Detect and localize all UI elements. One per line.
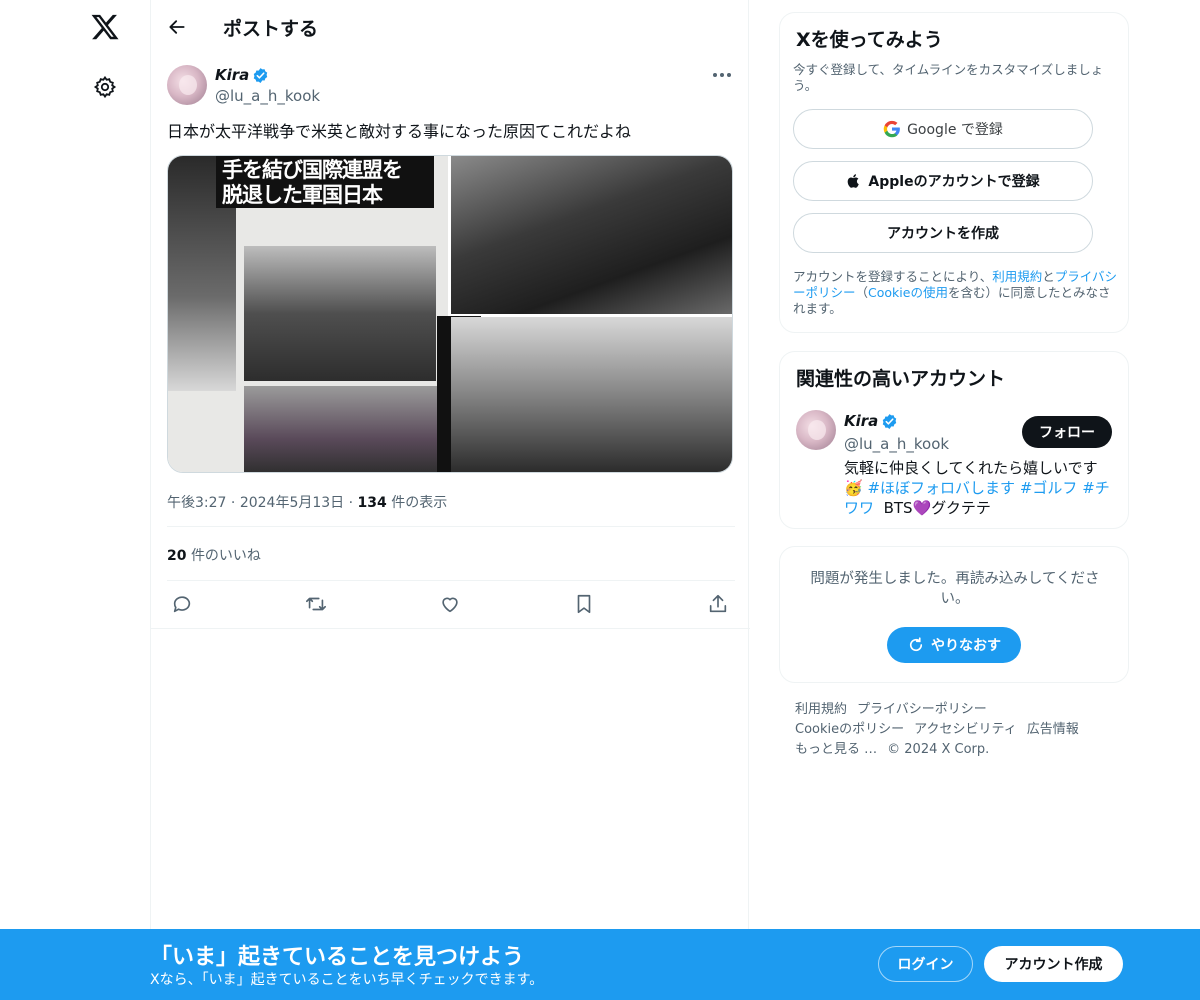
- google-icon: [883, 120, 900, 138]
- login-button[interactable]: ログイン: [878, 946, 973, 982]
- google-signup-button[interactable]: Google で登録: [793, 109, 1093, 149]
- verified-badge-icon: [883, 413, 897, 429]
- apple-signup-button[interactable]: Appleのアカウントで登録: [793, 161, 1093, 201]
- post-author-name[interactable]: Kira: [215, 66, 269, 84]
- share-icon[interactable]: [707, 593, 729, 615]
- footer-link-terms[interactable]: 利用規約: [795, 702, 847, 717]
- terms-text-part: アカウントを登録することにより、: [793, 269, 993, 284]
- post-date[interactable]: 2024年5月13日: [240, 495, 344, 511]
- banner-create-account-button[interactable]: アカウント作成: [984, 946, 1123, 982]
- like-heart-icon[interactable]: [439, 593, 461, 615]
- terms-text-part: （: [855, 285, 869, 300]
- media-photo-group: [244, 246, 436, 381]
- left-nav: [0, 0, 150, 1000]
- post-media-image[interactable]: 手を結び国際連盟を 脱退した軍国日本: [167, 155, 733, 473]
- create-account-label: アカウントを作成: [887, 226, 999, 242]
- create-account-button[interactable]: アカウントを作成: [793, 213, 1093, 253]
- footer-link-more[interactable]: もっと見る …: [795, 742, 877, 757]
- post-metadata: 午後3:27 · 2024年5月13日 · 134 件の表示: [167, 492, 447, 512]
- related-account-name-text: Kira: [844, 412, 879, 430]
- related-accounts-card: 関連性の高いアカウント Kira @lu_a_h_kook フォロー 気軽に仲良…: [779, 351, 1129, 529]
- media-panel-bottom-right: [451, 317, 732, 472]
- post-actions: [171, 593, 731, 617]
- divider: [167, 580, 735, 581]
- post-author-avatar[interactable]: [167, 65, 207, 105]
- terms-text-part: と: [1042, 269, 1055, 284]
- terms-text: アカウントを登録することにより、利用規約とプライバシーポリシー（Cookieの使…: [793, 269, 1121, 317]
- views-count: 134: [357, 495, 387, 511]
- footer-link-ads[interactable]: 広告情報: [1027, 722, 1079, 737]
- top-bar: ポストする: [151, 0, 750, 54]
- apple-signup-label: Appleのアカウントで登録: [868, 174, 1040, 190]
- x-logo-icon[interactable]: [90, 12, 120, 42]
- verified-badge-icon: [254, 67, 268, 83]
- related-account-bio: 気軽に仲良くしてくれたら嬉しいです 🥳 #ほぼフォロバします #ゴルフ #チワワ…: [844, 458, 1114, 518]
- likes-label: 件のいいね: [190, 548, 261, 564]
- post-time[interactable]: 午後3:27: [167, 495, 226, 511]
- banner-subtitle: Xなら、「いま」起きていることをいち早くチェックできます。: [150, 972, 544, 988]
- banner-title: 「いま」起きていることを見つけよう: [150, 945, 525, 970]
- signup-card: Xを使ってみよう 今すぐ登録して、タイムラインをカスタマイズしましょう。 Goo…: [779, 12, 1129, 333]
- footer-copyright: © 2024 X Corp.: [887, 742, 990, 757]
- back-arrow-icon[interactable]: [167, 17, 187, 37]
- post-text: 日本が太平洋戦争で米英と敵対する事になった原因てこれだよね: [167, 122, 632, 141]
- party-emoji: 🥳: [844, 479, 863, 497]
- media-panel-left: 手を結び国際連盟を 脱退した軍国日本: [168, 156, 448, 472]
- post-author-handle[interactable]: @lu_a_h_kook: [215, 87, 320, 105]
- apple-icon: [848, 174, 860, 188]
- bio-text: 気軽に仲良くしてくれたら嬉しいです: [844, 459, 1098, 477]
- google-signup-label: Google で登録: [907, 122, 1003, 138]
- related-account-handle[interactable]: @lu_a_h_kook: [844, 435, 949, 453]
- likes-count: 20: [167, 548, 187, 564]
- cookie-use-link[interactable]: Cookieの使用: [868, 285, 948, 300]
- signup-title: Xを使ってみよう: [796, 29, 943, 51]
- retry-label: やりなおす: [931, 637, 1001, 653]
- hashtag-link[interactable]: #ゴルフ: [1020, 479, 1078, 497]
- more-options-icon[interactable]: [713, 72, 733, 78]
- reply-icon[interactable]: [171, 593, 193, 615]
- post-author-name-text: Kira: [215, 66, 250, 84]
- related-title: 関連性の高いアカウント: [796, 368, 1006, 390]
- related-avatar[interactable]: [796, 410, 836, 450]
- meta-separator: ·: [348, 495, 358, 511]
- footer-link-privacy[interactable]: プライバシーポリシー: [857, 702, 987, 717]
- divider: [167, 526, 735, 527]
- views-label: 件の表示: [391, 495, 448, 511]
- retry-button[interactable]: やりなおす: [887, 627, 1021, 663]
- media-photo-flags: [244, 386, 438, 472]
- bio-tail: BTS💜グクテテ: [883, 499, 991, 517]
- divider: [151, 628, 750, 629]
- likes-summary[interactable]: 20 件のいいね: [167, 545, 261, 565]
- footer-link-cookie[interactable]: Cookieのポリシー: [795, 722, 904, 737]
- media-panel-top-right: [451, 156, 732, 314]
- meta-separator: ·: [230, 495, 240, 511]
- terms-link[interactable]: 利用規約: [992, 269, 1042, 284]
- footer-links: 利用規約 プライバシーポリシー Cookieのポリシー アクセシビリティ 広告情報 も…: [795, 700, 1125, 760]
- bookmark-icon[interactable]: [573, 593, 595, 615]
- error-card: 問題が発生しました。再読み込みしてください。 やりなおす: [779, 546, 1129, 683]
- error-message: 問題が発生しました。再読み込みしてください。: [810, 571, 1100, 607]
- hashtag-link[interactable]: #ほぼフォロバします: [867, 479, 1015, 497]
- repost-icon[interactable]: [305, 593, 327, 615]
- main-column: ポストする Kira @lu_a_h_kook 日本が太平洋戦争で米英と敵対する…: [150, 0, 750, 930]
- media-headline: 手を結び国際連盟を 脱退した軍国日本: [216, 156, 434, 208]
- footer-link-accessibility[interactable]: アクセシビリティ: [914, 722, 1017, 737]
- bottom-signup-banner: 「いま」起きていることを見つけよう Xなら、「いま」起きていることをいち早くチェ…: [0, 929, 1200, 1000]
- media-headline-line2: 脱退した軍国日本: [222, 183, 383, 207]
- page-title: ポストする: [223, 18, 319, 40]
- related-account-name[interactable]: Kira: [844, 412, 898, 430]
- signup-subtitle: 今すぐ登録して、タイムラインをカスタマイズしましょう。: [793, 62, 1104, 93]
- refresh-icon: [909, 637, 923, 652]
- follow-button[interactable]: フォロー: [1022, 416, 1112, 448]
- gear-icon[interactable]: [93, 75, 117, 99]
- media-headline-line1: 手を結び国際連盟を: [222, 158, 403, 182]
